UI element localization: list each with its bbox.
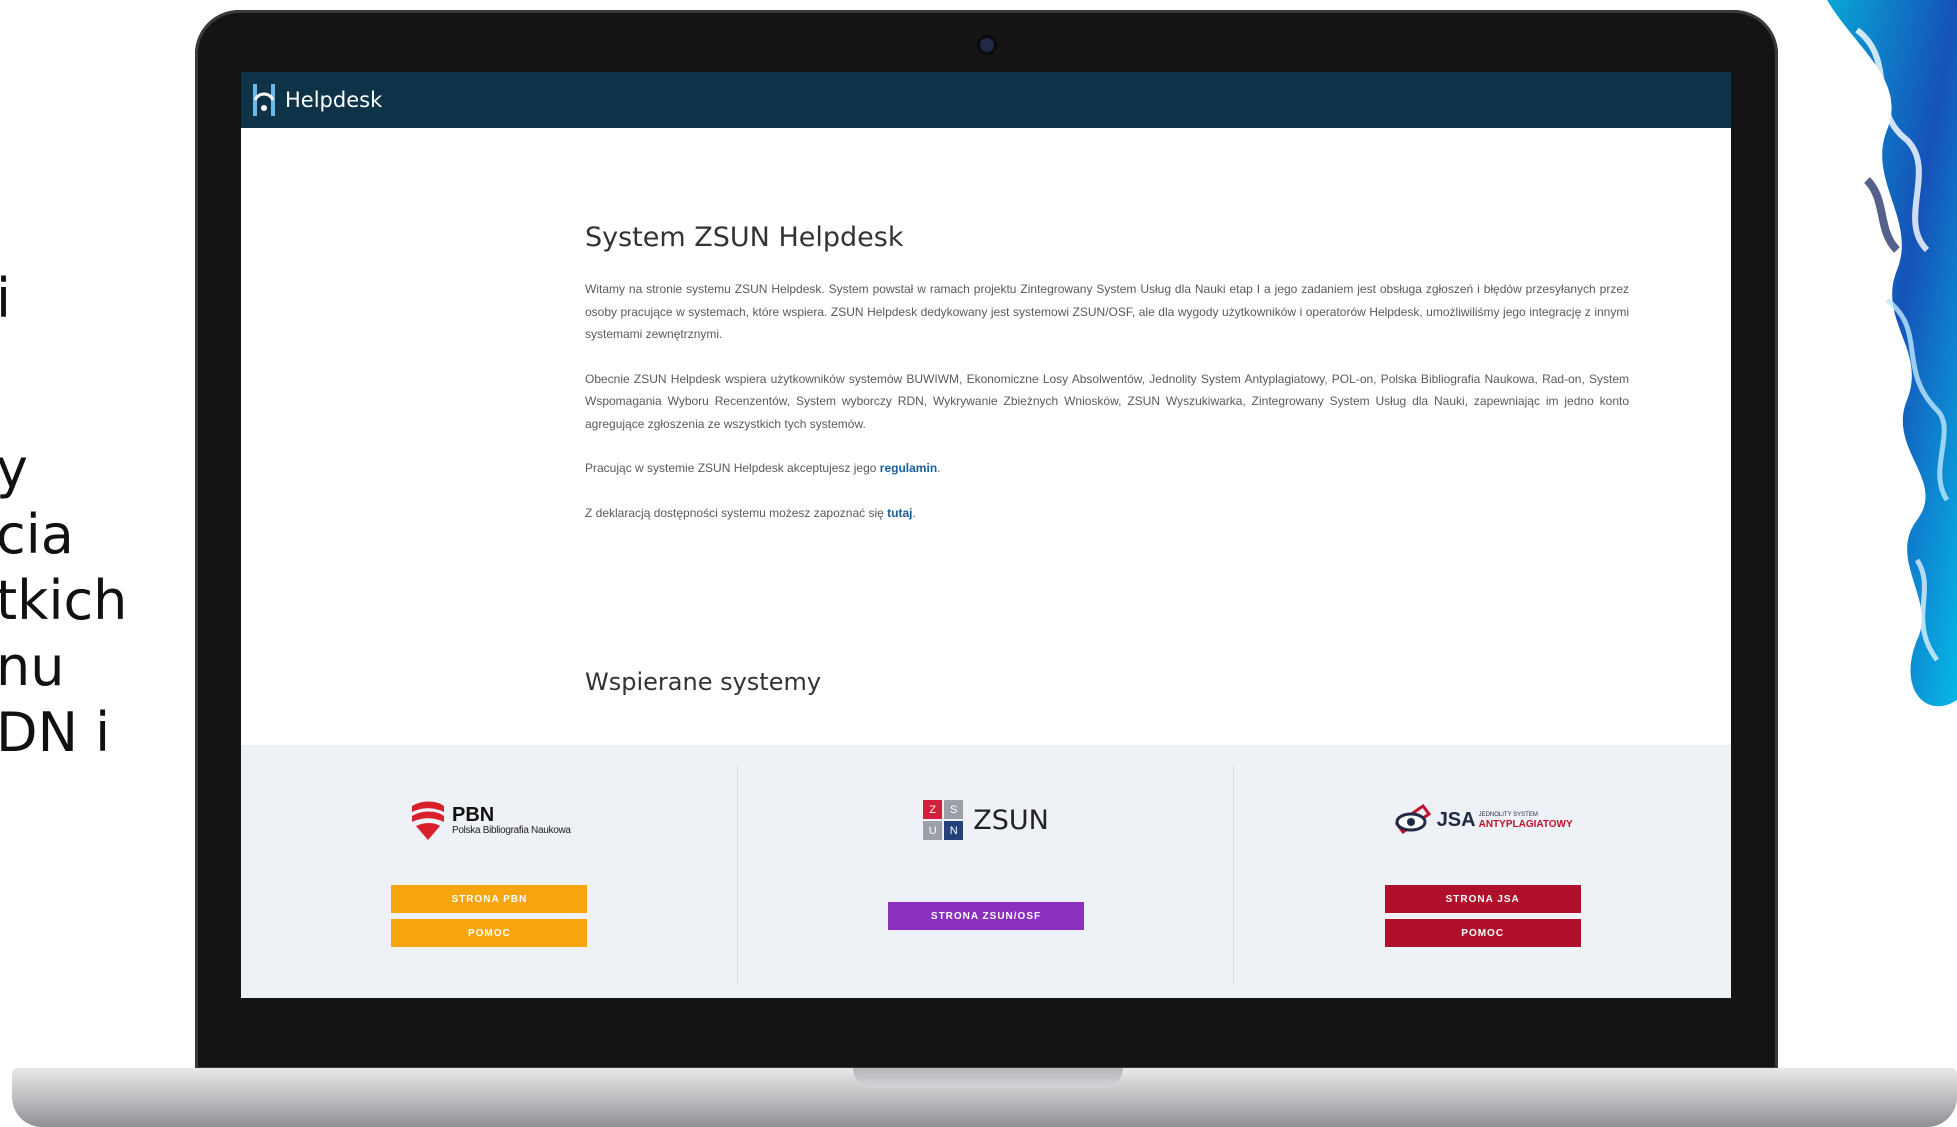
zsun-logo-icon: Z S U N xyxy=(923,800,964,840)
slide-text-line: i xyxy=(0,267,12,330)
accessibility-link[interactable]: tutaj xyxy=(887,506,912,520)
jsa-site-button[interactable]: STRONA JSA xyxy=(1384,885,1581,913)
jsa-help-button[interactable]: POMOC xyxy=(1384,919,1581,947)
zsun-site-button[interactable]: STRONA ZSUN/OSF xyxy=(888,902,1084,930)
pbn-logo-title: PBN xyxy=(452,803,495,826)
slide-text-line: y xyxy=(0,437,28,500)
app-screen: Helpdesk System ZSUN Helpdesk Witamy na … xyxy=(241,72,1731,998)
pbn-logo-subtitle: Polska Bibliografia Naukowa xyxy=(452,824,571,836)
pbn-logo-icon xyxy=(412,801,445,840)
supported-systems-panel: PBN Polska Bibliografia Naukowa STRONA P… xyxy=(241,745,1731,998)
terms-text: Pracując w systemie ZSUN Helpdesk akcept… xyxy=(585,461,880,475)
page-title: System ZSUN Helpdesk xyxy=(585,222,904,253)
slide-text-line: nu xyxy=(0,635,65,698)
pbn-site-button[interactable]: STRONA PBN xyxy=(391,885,588,913)
slide-text-line: DN i xyxy=(0,701,111,764)
supported-systems-paragraph: Obecnie ZSUN Helpdesk wspiera użytkownik… xyxy=(585,371,1629,431)
terms-link[interactable]: regulamin xyxy=(880,461,937,475)
jsa-logo-sub-bottom: ANTYPLAGIATOWY xyxy=(1478,819,1573,830)
system-card-zsun: Z S U N ZSUN STRONA ZSUN/OSF xyxy=(738,745,1235,998)
intro-paragraph: Witamy na stronie systemu ZSUN Helpdesk.… xyxy=(585,282,1629,341)
zsun-tile: S xyxy=(944,800,964,819)
pbn-help-button[interactable]: POMOC xyxy=(391,919,588,947)
zsun-tile: U xyxy=(923,821,943,840)
marble-decoration xyxy=(1767,0,1957,850)
zsun-logo-title: ZSUN xyxy=(973,804,1049,836)
camera-icon xyxy=(980,38,994,52)
accessibility-paragraph: Z deklaracją dostępności systemu możesz … xyxy=(585,502,1629,525)
helpdesk-logo-icon[interactable] xyxy=(249,80,279,120)
app-header: Helpdesk xyxy=(241,72,1731,128)
jsa-eye-icon xyxy=(1394,803,1431,835)
system-card-pbn: PBN Polska Bibliografia Naukowa STRONA P… xyxy=(241,745,738,998)
main-content: System ZSUN Helpdesk Witamy na stronie s… xyxy=(585,222,1629,546)
supported-systems-title: Wspierane systemy xyxy=(585,668,822,696)
pbn-logo: PBN Polska Bibliografia Naukowa xyxy=(241,797,738,843)
system-card-jsa: JSA JEDNOLITY SYSTEM ANTYPLAGIATOWY STRO… xyxy=(1234,745,1731,998)
jsa-logo-title: JSA xyxy=(1436,808,1476,831)
slide-text-line: tkich xyxy=(0,569,128,632)
jsa-logo: JSA JEDNOLITY SYSTEM ANTYPLAGIATOWY xyxy=(1234,797,1731,843)
terms-suffix: . xyxy=(937,461,941,475)
slide-text-line: cia xyxy=(0,503,74,566)
terms-paragraph: Pracując w systemie ZSUN Helpdesk akcept… xyxy=(585,457,1629,480)
zsun-logo: Z S U N ZSUN xyxy=(738,797,1235,843)
zsun-tile: Z xyxy=(923,800,943,819)
accessibility-suffix: . xyxy=(912,505,916,520)
accessibility-text: Z deklaracją dostępności systemu możesz … xyxy=(585,505,888,520)
zsun-tile: N xyxy=(944,821,964,840)
laptop-notch xyxy=(853,1068,1123,1088)
brand-name[interactable]: Helpdesk xyxy=(285,88,382,112)
